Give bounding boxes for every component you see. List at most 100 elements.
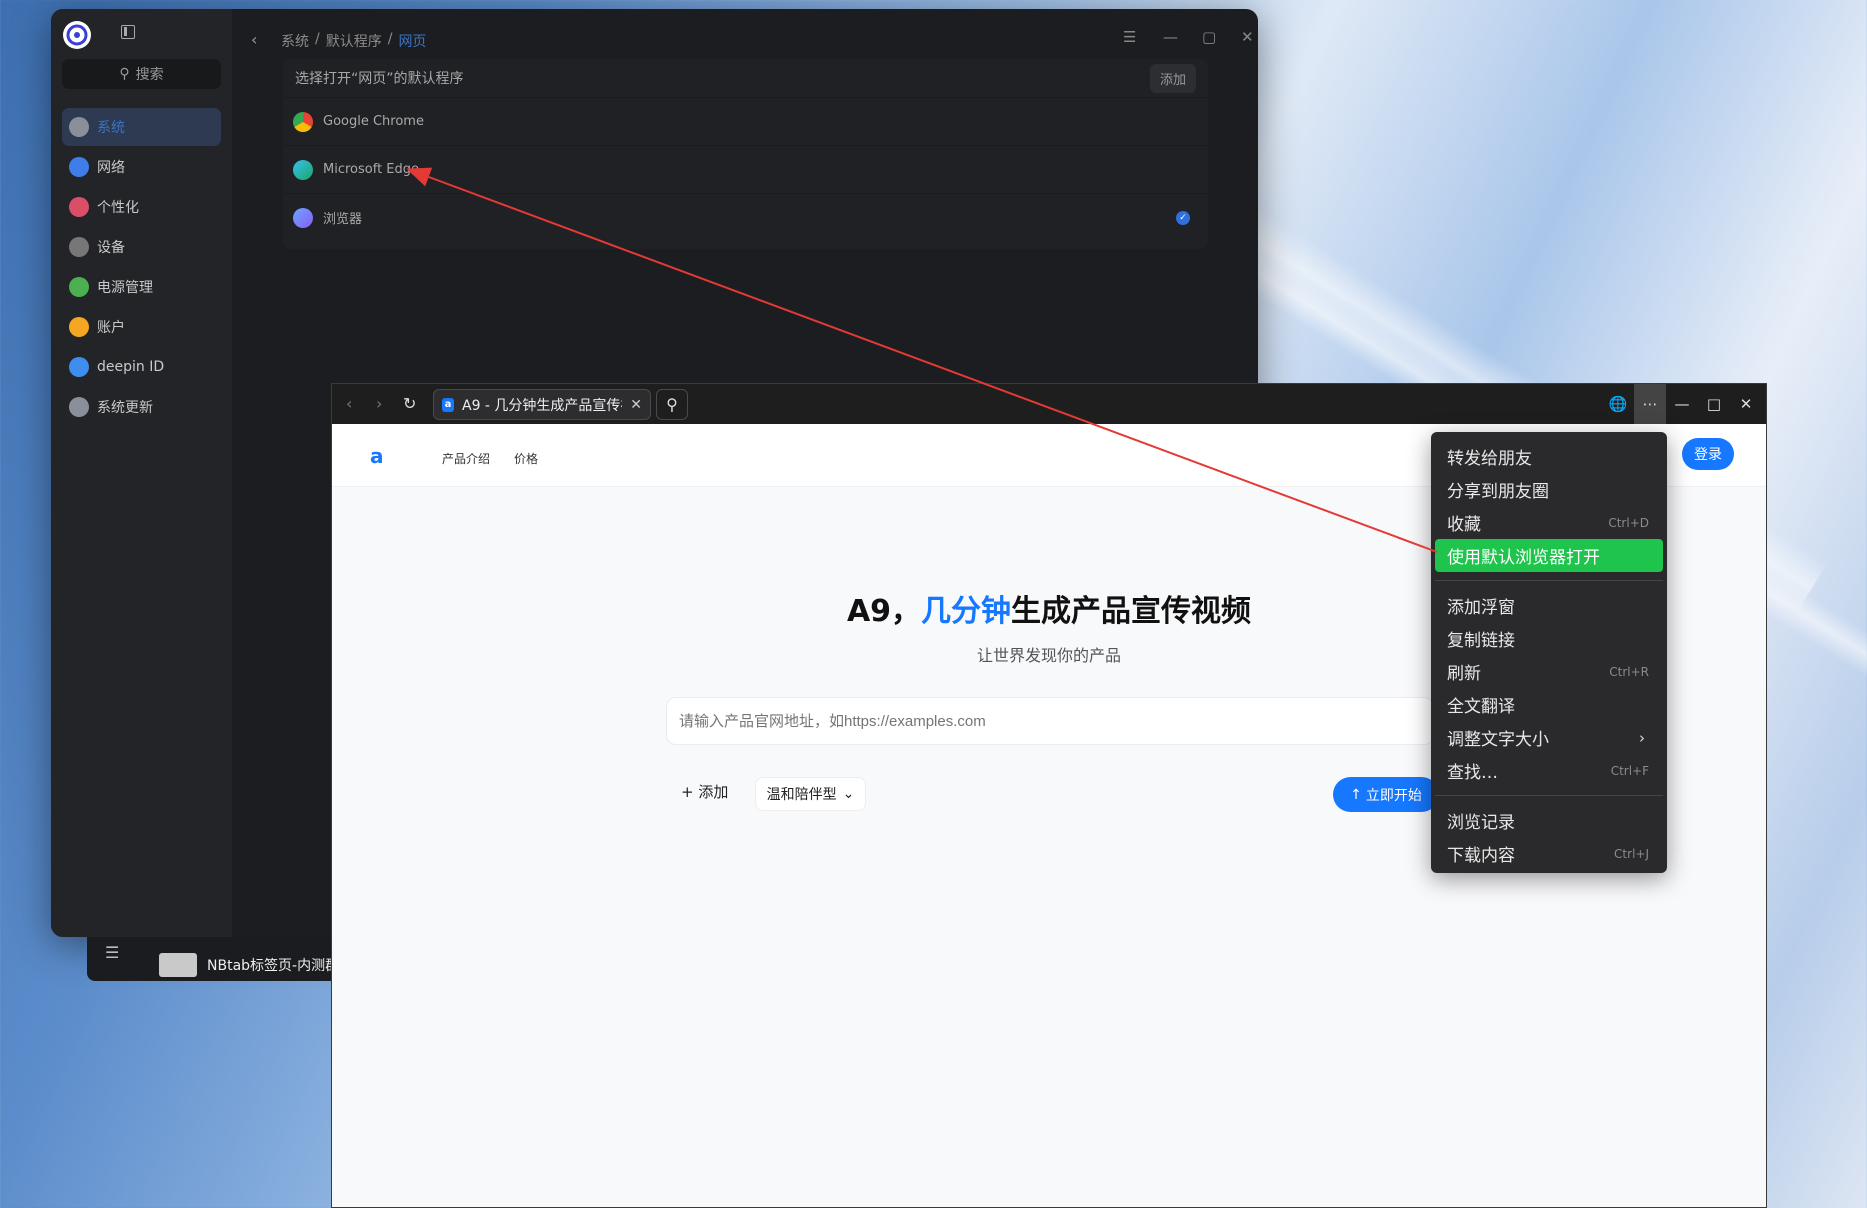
breadcrumb-current: 网页 [398, 34, 427, 50]
reload-icon[interactable]: ↻ [403, 394, 416, 413]
minimize-icon[interactable]: — [1163, 28, 1178, 46]
breadcrumb-item[interactable]: 系统 [281, 31, 309, 51]
sidebar-item[interactable]: 设备 [62, 228, 221, 266]
tone-select[interactable]: 温和陪伴型 ⌄ [755, 777, 866, 811]
update-icon [69, 397, 89, 417]
menu-item-shortcut: Ctrl+F [1610, 763, 1649, 778]
settings-app-logo-icon [63, 21, 91, 49]
menu-item[interactable]: 浏览记录 [1435, 804, 1663, 837]
sidebar-item[interactable]: 系统 [62, 108, 221, 146]
menu-item-label: 查找… [1447, 763, 1498, 783]
add-app-button[interactable]: 添加 [1149, 63, 1196, 93]
more-options-icon[interactable]: ⋯ [1634, 384, 1666, 424]
sidebar-item-label: 账户 [97, 320, 125, 336]
sidebar-item-label: deepin ID [97, 359, 165, 375]
menu-item[interactable]: 查找… Ctrl+F [1435, 754, 1663, 787]
breadcrumb-item[interactable]: 默认程序 [326, 31, 382, 51]
network-icon [69, 157, 89, 177]
browser-tab[interactable]: a A9 - 几分钟生成产品宣传视频 ✕ [433, 389, 651, 420]
panel-heading: 选择打开“网页”的默认程序 [295, 71, 464, 87]
product-url-input[interactable] [666, 697, 1434, 745]
add-button[interactable]: + 添加 [681, 781, 728, 802]
edge-icon [293, 159, 313, 180]
back-icon[interactable]: ‹ [346, 394, 352, 413]
devices-icon [69, 237, 89, 257]
menu-item-label: 添加浮窗 [1447, 598, 1515, 618]
search-icon[interactable]: ⚲ [656, 389, 688, 420]
sidebar-item[interactable]: 系统更新 [62, 388, 221, 426]
sidebar-item-label: 个性化 [97, 200, 139, 216]
default-app-panel: 选择打开“网页”的默认程序 添加 Google Chrome Microsoft … [283, 59, 1208, 249]
app-name: 浏览器 [323, 212, 363, 227]
sidebar-item-label: 电源管理 [97, 280, 153, 296]
app-name: Google Chrome [323, 114, 424, 129]
maximize-icon[interactable]: □ [1698, 384, 1730, 424]
tab-title: A9 - 几分钟生成产品宣传视频 [462, 397, 622, 414]
menu-separator [1435, 580, 1663, 581]
close-icon[interactable]: ✕ [1730, 384, 1762, 424]
sidebar-item[interactable]: 账户 [62, 308, 221, 346]
menu-item[interactable]: 调整文字大小 › [1435, 721, 1663, 754]
minimize-icon[interactable]: — [1666, 384, 1698, 424]
menu-item-label: 转发给朋友 [1447, 449, 1532, 469]
nav-link-pricing[interactable]: 价格 [514, 450, 538, 467]
close-icon[interactable]: ✕ [1241, 28, 1254, 46]
sidebar-toggle-icon[interactable] [121, 25, 135, 39]
menu-icon[interactable]: ☰ [1123, 28, 1136, 46]
site-favicon-icon: a [442, 397, 454, 412]
sidebar-search-input[interactable]: ⚲ 搜索 [62, 59, 221, 89]
sidebar-item-label: 网络 [97, 160, 125, 176]
personalize-icon [69, 197, 89, 217]
system-icon [69, 117, 89, 137]
menu-item-shortcut: Ctrl+R [1609, 664, 1649, 679]
forward-icon[interactable]: › [376, 394, 382, 413]
hamburger-icon[interactable]: ☰ [105, 943, 119, 962]
power-icon [69, 277, 89, 297]
menu-item-label: 使用默认浏览器打开 [1447, 548, 1600, 568]
menu-item[interactable]: 添加浮窗 [1435, 589, 1663, 622]
sidebar-item[interactable]: 电源管理 [62, 268, 221, 306]
menu-item[interactable]: 下载内容 Ctrl+J [1435, 837, 1663, 870]
menu-item-label: 复制链接 [1447, 631, 1515, 651]
menu-item[interactable]: 收藏 Ctrl+D [1435, 506, 1663, 539]
menu-item[interactable]: 刷新 Ctrl+R [1435, 655, 1663, 688]
taskbar-window-preview[interactable]: ☰ NBtab标签页-内测群 [87, 937, 337, 981]
menu-item[interactable]: 分享到朋友圈 [1435, 473, 1663, 506]
search-icon: ⚲ [119, 66, 130, 82]
browser-titlebar: ‹ › ↻ a A9 - 几分钟生成产品宣传视频 ✕ ⚲ 🌐 ⋯ — □ ✕ [332, 384, 1766, 424]
menu-item-label: 全文翻译 [1447, 697, 1515, 717]
sidebar-item[interactable]: deepin ID [62, 348, 221, 386]
menu-item[interactable]: 使用默认浏览器打开 [1435, 539, 1663, 572]
back-arrow-icon[interactable]: ‹ [251, 30, 257, 49]
tab-close-icon[interactable]: ✕ [630, 397, 642, 413]
menu-item-shortcut: Ctrl+J [1614, 846, 1649, 861]
menu-item[interactable]: 复制链接 [1435, 622, 1663, 655]
maximize-icon[interactable]: ▢ [1202, 28, 1216, 46]
sidebar-item-label: 系统更新 [97, 400, 153, 416]
settings-sidebar: ⚲ 搜索 系统网络个性化设备电源管理账户 deepin ID 系统更新 [51, 9, 232, 937]
account-icon [69, 317, 89, 337]
menu-item[interactable]: 全文翻译 [1435, 688, 1663, 721]
chevron-down-icon: ⌄ [842, 786, 855, 802]
chrome-icon [293, 111, 313, 132]
taskbar-window-label: NBtab标签页-内测群 [207, 958, 337, 974]
default-app-row[interactable]: Microsoft Edge [283, 145, 1208, 193]
globe-icon[interactable]: 🌐 [1602, 384, 1634, 424]
default-app-row[interactable]: 浏览器 ✓ [283, 193, 1208, 241]
default-app-row[interactable]: Google Chrome [283, 97, 1208, 145]
plus-icon: + [681, 783, 699, 801]
menu-item[interactable]: 转发给朋友 [1435, 440, 1663, 473]
sidebar-item[interactable]: 网络 [62, 148, 221, 186]
site-logo-icon[interactable]: a [370, 446, 385, 466]
menu-item-label: 分享到朋友圈 [1447, 482, 1549, 502]
login-button[interactable]: 登录 [1682, 438, 1734, 470]
menu-item-label: 调整文字大小 [1447, 730, 1549, 750]
browser-context-menu: 转发给朋友分享到朋友圈收藏 Ctrl+D 使用默认浏览器打开 添加浮窗复制链接刷新 Ct… [1431, 432, 1667, 873]
nav-link-product[interactable]: 产品介绍 [442, 450, 490, 467]
start-button[interactable]: ↑ 立即开始 [1333, 777, 1439, 812]
menu-separator [1435, 795, 1663, 796]
sidebar-item[interactable]: 个性化 [62, 188, 221, 226]
breadcrumb: 系统 / 默认程序 / 网页 [281, 31, 427, 51]
menu-item-shortcut: Ctrl+D [1608, 515, 1649, 530]
browser-icon [293, 207, 313, 228]
